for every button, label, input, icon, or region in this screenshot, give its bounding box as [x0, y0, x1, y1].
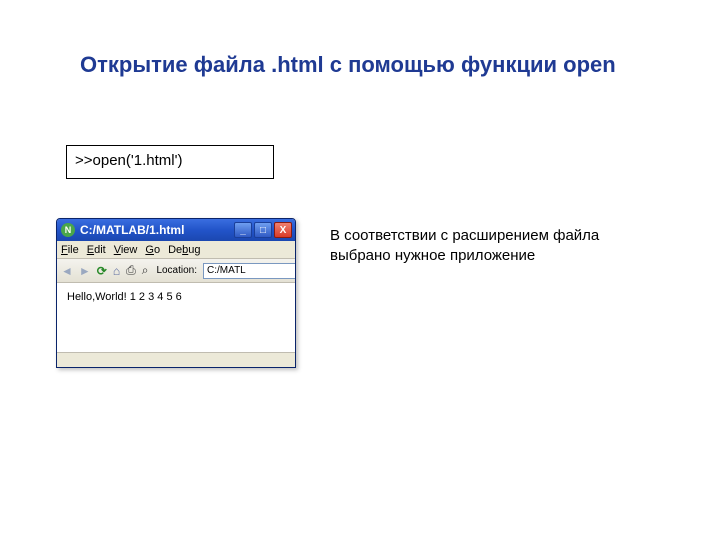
status-bar: [57, 353, 295, 367]
location-label: Location:: [156, 265, 197, 276]
close-button[interactable]: X: [274, 222, 292, 238]
menu-edit[interactable]: Edit: [87, 244, 106, 256]
reload-button-icon[interactable]: ⟳: [97, 263, 107, 279]
menu-bar: FFileile Edit View Go Debug: [57, 241, 295, 259]
find-button-icon[interactable]: ⌕: [142, 263, 149, 279]
menu-debug[interactable]: Debug: [168, 244, 200, 256]
favicon-icon: N: [61, 223, 75, 237]
forward-button-icon[interactable]: ►: [79, 263, 91, 279]
location-input[interactable]: [203, 263, 296, 279]
code-command-box: >>open('1.html'): [66, 145, 274, 179]
menu-view[interactable]: View: [114, 244, 138, 256]
page-body-text: Hello,World! 1 2 3 4 5 6: [67, 291, 182, 303]
maximize-button[interactable]: □: [254, 222, 272, 238]
minimize-button[interactable]: _: [234, 222, 252, 238]
slide-title: Открытие файла .html с помощью функции o…: [80, 52, 616, 78]
back-button-icon[interactable]: ◄: [61, 263, 73, 279]
browser-window: N C:/MATLAB/1.html _ □ X FFileile Edit V…: [56, 218, 296, 368]
code-command-text: >>open('1.html'): [75, 152, 182, 169]
explanation-text: В соответствии с расширением файла выбра…: [330, 226, 640, 267]
print-button-icon[interactable]: ⎙: [126, 263, 136, 279]
toolbar: ◄ ► ⟳ ⌂ ⎙ ⌕ Location: ▾: [57, 259, 295, 283]
page-content-area: Hello,World! 1 2 3 4 5 6: [57, 283, 295, 353]
menu-go[interactable]: Go: [145, 244, 160, 256]
window-title-text: C:/MATLAB/1.html: [80, 223, 234, 237]
menu-file[interactable]: FFileile: [61, 244, 79, 256]
window-titlebar[interactable]: N C:/MATLAB/1.html _ □ X: [57, 219, 295, 241]
home-button-icon[interactable]: ⌂: [113, 263, 120, 279]
